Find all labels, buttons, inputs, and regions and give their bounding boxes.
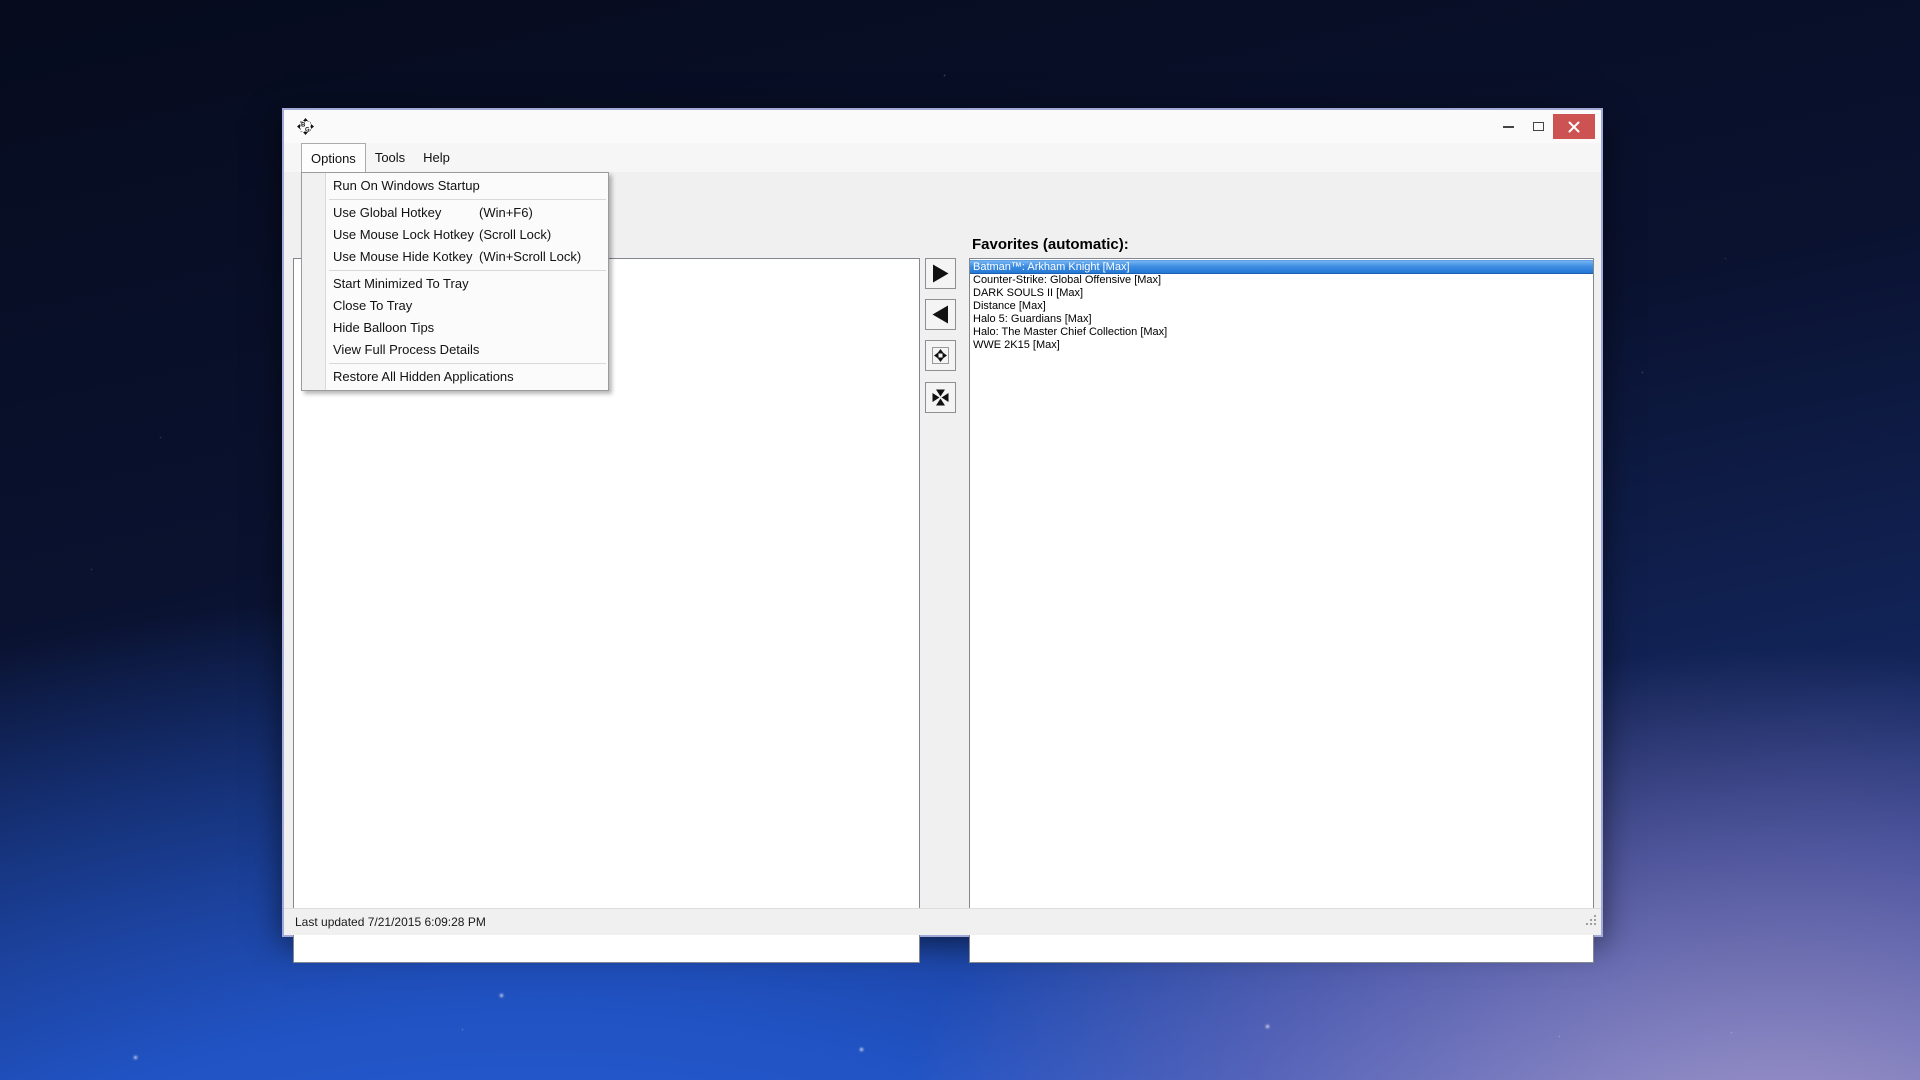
- favorites-listbox[interactable]: Batman™: Arkham Knight [Max] Counter-Str…: [969, 258, 1594, 963]
- minimize-button[interactable]: [1493, 114, 1523, 139]
- menu-bar: Options Tools Help: [284, 143, 1601, 172]
- favorites-item[interactable]: Batman™: Arkham Knight [Max]: [970, 260, 1593, 274]
- remove-from-favorites-button[interactable]: [925, 299, 956, 330]
- menu-tools-label: Tools: [375, 150, 405, 165]
- close-button[interactable]: [1553, 114, 1595, 139]
- maximize-icon: [1533, 122, 1544, 131]
- menu-item-view-full-process-details[interactable]: View Full Process Details: [302, 339, 608, 361]
- menu-item-label: Hide Balloon Tips: [333, 320, 434, 335]
- menu-item-label: Use Mouse Hide Kotkey: [333, 249, 472, 264]
- menu-tools[interactable]: Tools: [366, 143, 414, 172]
- maximize-button[interactable]: [1523, 114, 1553, 139]
- menu-item-shortcut: (Win+Scroll Lock): [479, 246, 581, 268]
- menu-item-start-minimized-to-tray[interactable]: Start Minimized To Tray: [302, 273, 608, 295]
- favorites-item[interactable]: WWE 2K15 [Max]: [970, 339, 1593, 352]
- menu-item-run-on-windows-startup[interactable]: Run On Windows Startup: [302, 175, 608, 197]
- favorites-item[interactable]: Halo 5: Guardians [Max]: [970, 313, 1593, 326]
- titlebar[interactable]: B G: [284, 110, 1601, 143]
- svg-text:G: G: [305, 128, 310, 134]
- arrows-inward-icon: [930, 387, 951, 408]
- restore-window-size-button[interactable]: [925, 382, 956, 413]
- make-borderless-button[interactable]: [925, 340, 956, 371]
- menu-item-label: Start Minimized To Tray: [333, 276, 469, 291]
- right-triangle-icon: [930, 263, 951, 284]
- menu-item-label: Use Global Hotkey: [333, 205, 441, 220]
- menu-item-label: Close To Tray: [333, 298, 412, 313]
- menu-item-use-mouse-lock-hotkey[interactable]: Use Mouse Lock Hotkey (Scroll Lock): [302, 224, 608, 246]
- menu-options[interactable]: Options: [301, 143, 366, 172]
- borderless-gaming-window: B G Options Tools Help: [282, 108, 1603, 937]
- favorites-item[interactable]: Halo: The Master Chief Collection [Max]: [970, 326, 1593, 339]
- status-text: Last updated 7/21/2015 6:09:28 PM: [295, 915, 486, 929]
- menu-item-label: Run On Windows Startup: [333, 178, 480, 193]
- menu-separator: [329, 199, 606, 200]
- menu-item-label: View Full Process Details: [333, 342, 479, 357]
- menu-item-close-to-tray[interactable]: Close To Tray: [302, 295, 608, 317]
- menu-item-use-mouse-hide-kotkey[interactable]: Use Mouse Hide Kotkey (Win+Scroll Lock): [302, 246, 608, 268]
- caption-buttons: [1493, 114, 1595, 139]
- menu-item-label: Use Mouse Lock Hotkey: [333, 227, 474, 242]
- menu-help[interactable]: Help: [414, 143, 459, 172]
- menu-item-shortcut: (Scroll Lock): [479, 224, 551, 246]
- favorites-item[interactable]: Distance [Max]: [970, 300, 1593, 313]
- add-to-favorites-button[interactable]: [925, 258, 956, 289]
- menu-options-label: Options: [311, 151, 356, 166]
- wallpaper-stars: [0, 0, 1, 1]
- menu-item-shortcut: (Win+F6): [479, 202, 533, 224]
- menu-help-label: Help: [423, 150, 450, 165]
- menu-separator: [329, 270, 606, 271]
- close-icon: [1568, 121, 1580, 133]
- menu-item-label: Restore All Hidden Applications: [333, 369, 514, 384]
- resize-grip-icon[interactable]: [1585, 914, 1598, 932]
- menu-separator: [329, 363, 606, 364]
- favorites-item[interactable]: DARK SOULS II [Max]: [970, 287, 1593, 300]
- favorites-item[interactable]: Counter-Strike: Global Offensive [Max]: [970, 274, 1593, 287]
- options-dropdown-menu: Run On Windows Startup Use Global Hotkey…: [301, 172, 609, 391]
- menu-item-use-global-hotkey[interactable]: Use Global Hotkey (Win+F6): [302, 202, 608, 224]
- app-icon[interactable]: B G: [297, 118, 314, 135]
- status-bar: Last updated 7/21/2015 6:09:28 PM: [284, 908, 1601, 935]
- menu-item-restore-all-hidden-applications[interactable]: Restore All Hidden Applications: [302, 366, 608, 388]
- arrows-outward-icon: [930, 345, 951, 366]
- menu-item-hide-balloon-tips[interactable]: Hide Balloon Tips: [302, 317, 608, 339]
- minimize-icon: [1503, 126, 1514, 128]
- favorites-label: Favorites (automatic):: [972, 236, 1129, 253]
- left-triangle-icon: [930, 304, 951, 325]
